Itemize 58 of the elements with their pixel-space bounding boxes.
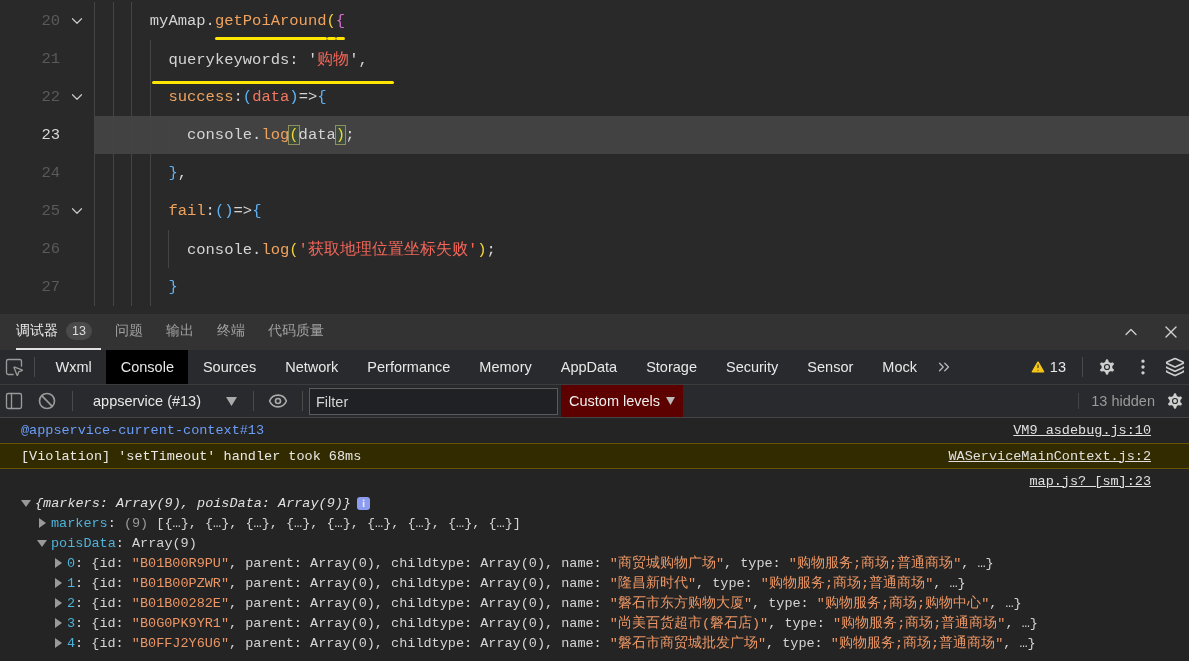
custom-levels-button[interactable]: Custom levels (561, 385, 684, 417)
panel-tab[interactable]: 输出 (165, 314, 203, 350)
code-line: }, (168, 164, 187, 182)
source-link[interactable]: VM9 asdebug.js:10 (1013, 423, 1151, 438)
code-line: querykeywords: '购物', (168, 48, 368, 70)
collapsed-arrow-icon[interactable] (37, 518, 47, 528)
devtools-tab[interactable]: Sensor (792, 350, 868, 384)
code-line: console.log(data); (186, 126, 355, 144)
info-icon[interactable] (356, 496, 370, 510)
devtools-tab[interactable]: Mock (867, 350, 932, 384)
violation-text: [Violation] 'setTimeout' handler took 68ms (21, 448, 362, 464)
console-object-entry[interactable]: markers: (9) [{…}, {…}, {…}, {…}, {…}, {…}, {…}, {…}, {…}] (51, 515, 521, 531)
dropdown-caret-icon (666, 397, 676, 405)
warning-icon (1029, 359, 1046, 375)
devtools-tab[interactable]: Console (106, 350, 189, 384)
dock-icon[interactable] (1165, 357, 1185, 377)
count-badge: 13 (66, 322, 92, 340)
sidebar-toggle-icon[interactable] (4, 391, 24, 411)
console-object-entry[interactable]: 0: {id: "B01B00R9PU", parent: Array(0), childtype: Array(0), name: "商贸城购物广场", type: "购物服务;商场;普通商场", …} (67, 554, 994, 572)
panel-tab[interactable]: 问题 (114, 314, 152, 350)
console-object-entry[interactable]: poisData: Array(9) (51, 535, 197, 551)
inspect-icon[interactable] (4, 357, 24, 377)
panel-tab[interactable]: 代码质量 (267, 314, 333, 350)
settings-icon[interactable] (1165, 391, 1185, 411)
devtools-tab[interactable]: Wxml (41, 350, 107, 384)
code-line: success:(data)=>{ (168, 88, 327, 106)
panel-tab[interactable]: 终端 (216, 314, 254, 350)
settings-icon[interactable] (1097, 357, 1117, 377)
code-line: } (168, 278, 178, 296)
devtools-tab[interactable]: Sources (188, 350, 271, 384)
code-line: myAmap.getPoiAround({ (149, 12, 346, 30)
devtools-tab[interactable]: Memory (464, 350, 547, 384)
eye-icon[interactable] (268, 391, 288, 411)
devtools-tab[interactable]: Security (711, 350, 793, 384)
filter-field[interactable]: Filter (309, 387, 558, 415)
devtools-tab[interactable]: Network (270, 350, 353, 384)
dropdown-caret-icon (226, 396, 237, 406)
devtools-tab[interactable]: AppData (546, 350, 632, 384)
expanded-arrow-icon[interactable] (37, 538, 47, 548)
console-object-entry[interactable]: {markers: Array(9), poisData: Array(9)} (35, 495, 351, 511)
clear-console-icon[interactable] (38, 392, 56, 410)
line-number: 23 (40, 126, 60, 144)
console-object-entry[interactable]: 4: {id: "B0FFJ2Y6U6", parent: Array(0), childtype: Array(0), name: "磐石市商贸城批发广场", type: "购物服务;商场;普通商场", …} (67, 634, 1036, 652)
context-select[interactable]: appservice (#13) (79, 393, 247, 409)
context-message: @appservice-current-context#13 (21, 423, 265, 438)
source-link[interactable]: WAServiceMainContext.js:2 (948, 448, 1151, 464)
source-link[interactable]: map.js? [sm]:23 (1029, 473, 1151, 489)
warning-count[interactable]: 13 (1029, 350, 1076, 384)
console-object-entry[interactable]: 3: {id: "B0G0PK9YR1", parent: Array(0), childtype: Array(0), name: "尚美百货超市(磐石店)", type: "购物服务;商场;普通商场", …} (67, 614, 1038, 632)
hidden-count: 13 hidden (1078, 393, 1161, 409)
devtools-tab[interactable]: Storage (631, 350, 712, 384)
expanded-arrow-icon[interactable] (21, 498, 31, 508)
devtools-tab[interactable]: Performance (352, 350, 465, 384)
console-object-entry[interactable]: 1: {id: "B01B00PZWR", parent: Array(0), childtype: Array(0), name: "隆昌新时代", type: "购物服务;商场;普通商场", …} (67, 574, 966, 592)
console-object-entry[interactable]: 2: {id: "B01B00282E", parent: Array(0), childtype: Array(0), name: "磐石市东方购物大厦", type: "购物服务;商场;购物中心", …} (67, 594, 1022, 612)
code-line: console.log('获取地理位置坐标失败'); (186, 239, 496, 260)
code-line: fail:()=>{ (168, 202, 262, 220)
warning-count-text: 13 (1049, 359, 1066, 375)
